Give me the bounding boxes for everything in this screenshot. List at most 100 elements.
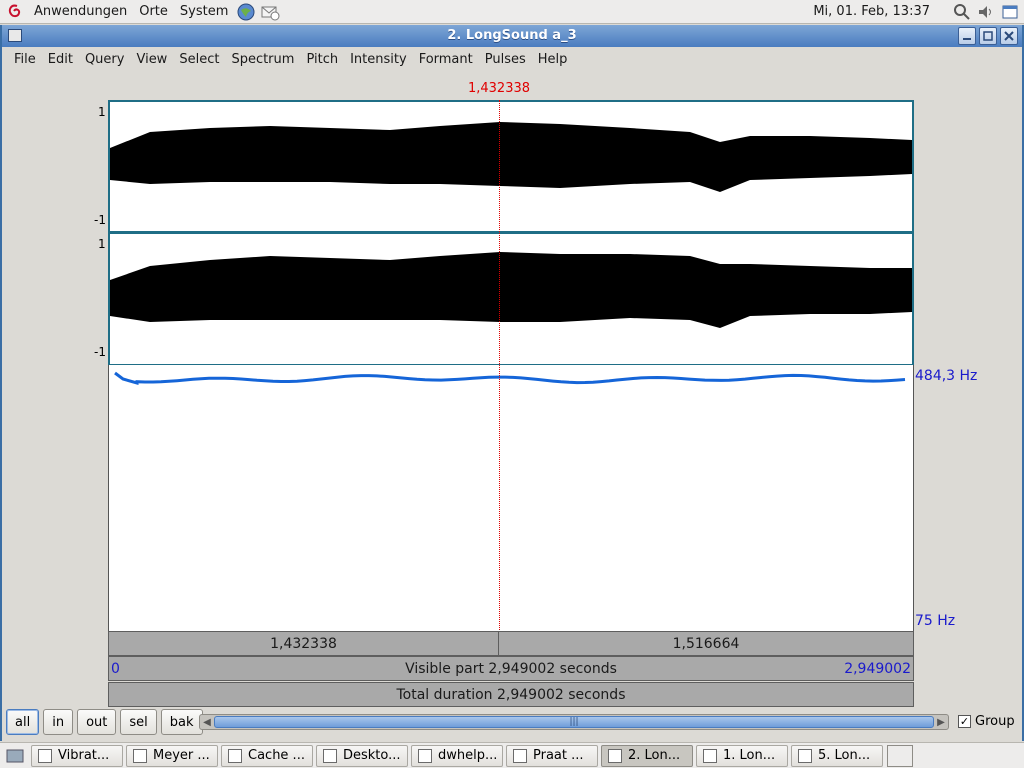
visible-part-label: Visible part 2,949002 seconds [405, 660, 617, 677]
system-tray [952, 2, 1020, 22]
pitch-line [114, 371, 906, 385]
zoom-all-button[interactable]: all [6, 709, 40, 735]
menu-spectrum[interactable]: Spectrum [225, 48, 300, 72]
visible-start-label: 0 [111, 660, 120, 677]
task-label: Praat ... [533, 748, 584, 763]
right-segment-button[interactable]: 1,516664 [499, 632, 913, 655]
volume-icon[interactable] [976, 2, 996, 22]
scrollbar-thumb[interactable]: ||| [214, 716, 934, 728]
task-label: dwhelp... [438, 748, 498, 763]
workspace-switcher[interactable] [887, 744, 913, 767]
pitch-contour [114, 371, 906, 385]
scroll-right-icon[interactable]: ▶ [934, 715, 948, 729]
zoom-selection-button[interactable]: sel [120, 709, 157, 735]
maximize-button[interactable] [979, 27, 997, 45]
app-icon [513, 748, 527, 763]
cursor-line [499, 100, 500, 632]
scroll-left-icon[interactable]: ◀ [200, 715, 214, 729]
total-duration-bar[interactable]: Total duration 2,949002 seconds [108, 682, 914, 707]
email-launcher-icon[interactable] [259, 1, 281, 23]
cursor-time-label: 1,432338 [467, 81, 531, 96]
checkmark-icon[interactable]: ✓ [958, 715, 971, 728]
menu-file[interactable]: File [8, 48, 42, 72]
pitch-max-label: 484,3 Hz [915, 368, 978, 384]
app-icon [323, 748, 337, 763]
web-browser-launcher-icon[interactable] [235, 1, 257, 23]
show-desktop-icon[interactable] [2, 745, 28, 767]
task-button[interactable]: Praat ... [506, 744, 598, 767]
task-button[interactable]: dwhelp... [411, 744, 503, 767]
window-title: 2. LongSound a_3 [447, 28, 577, 43]
panel-menu-label: Anwendungen [34, 4, 128, 19]
task-label: Deskto... [343, 748, 401, 763]
menu-pulses[interactable]: Pulses [479, 48, 532, 72]
horizontal-scrollbar[interactable]: ◀ ||| ▶ [199, 714, 949, 730]
window-list-icon[interactable] [1000, 2, 1020, 22]
task-button[interactable]: 1. Lon... [696, 744, 788, 767]
taskbar: Vibrat... Meyer ... Cache ... Deskto... … [0, 742, 1024, 768]
task-button[interactable]: Cache ... [221, 744, 313, 767]
menu-select[interactable]: Select [173, 48, 225, 72]
task-label: Meyer ... [153, 748, 210, 763]
app-icon [133, 748, 147, 763]
app-icon [418, 748, 432, 763]
visible-end-label: 2,949002 [844, 660, 911, 677]
minimize-button[interactable] [958, 27, 976, 45]
visible-part-bar[interactable]: 0 Visible part 2,949002 seconds 2,949002 [108, 656, 914, 681]
channel2-max-label: 1 [98, 237, 106, 251]
app-icon [38, 748, 52, 763]
task-label: Cache ... [248, 748, 305, 763]
left-segment-button[interactable]: 1,432338 [109, 632, 499, 655]
menu-edit[interactable]: Edit [42, 48, 79, 72]
close-button[interactable] [1000, 27, 1018, 45]
task-button[interactable]: Deskto... [316, 744, 408, 767]
task-button[interactable]: 5. Lon... [791, 744, 883, 767]
group-label: Group [975, 714, 1015, 729]
zoom-controls: all in out sel bak ◀ ||| ▶ ✓ Group [2, 706, 1022, 738]
app-icon [703, 748, 717, 763]
window-titlebar[interactable]: 2. LongSound a_3 [2, 25, 1022, 47]
menu-formant[interactable]: Formant [413, 48, 479, 72]
total-duration-label: Total duration 2,949002 seconds [396, 686, 626, 703]
waveform-channel-1[interactable] [108, 100, 914, 233]
app-icon [228, 748, 242, 763]
panel-menu-applications[interactable]: Anwendungen [28, 0, 133, 24]
app-icon [798, 748, 812, 763]
top-panel: Anwendungen Orte System Mi, 01. Feb, 13:… [0, 0, 1024, 24]
zoom-in-button[interactable]: in [43, 709, 74, 735]
menubar: File Edit Query View Select Spectrum Pit… [2, 48, 1022, 72]
panel-menu-places[interactable]: Orte [133, 0, 174, 24]
group-checkbox[interactable]: ✓ Group [958, 714, 1015, 729]
pitch-min-label: 75 Hz [915, 613, 956, 629]
task-label: Vibrat... [58, 748, 110, 763]
task-label: 1. Lon... [723, 748, 776, 763]
app-icon [608, 748, 622, 763]
task-button[interactable]: Meyer ... [126, 744, 218, 767]
zoom-back-button[interactable]: bak [160, 709, 203, 735]
channel1-max-label: 1 [98, 105, 106, 119]
network-icon[interactable] [952, 2, 972, 22]
panel-clock[interactable]: Mi, 01. Feb, 13:37 [813, 0, 930, 24]
panel-menu-system[interactable]: System [174, 0, 234, 24]
waveform-channel-2-trace [110, 252, 912, 328]
waveform-channel-2[interactable] [108, 232, 914, 366]
sound-editor-canvas[interactable]: 1,432338 1 -1 1 -1 484,3 Hz 75 Hz 1,4323… [2, 74, 1022, 707]
menu-view[interactable]: View [130, 48, 173, 72]
menu-intensity[interactable]: Intensity [344, 48, 413, 72]
zoom-out-button[interactable]: out [77, 709, 117, 735]
task-label: 2. Lon... [628, 748, 681, 763]
task-label: 5. Lon... [818, 748, 871, 763]
channel1-min-label: -1 [94, 213, 106, 227]
task-button-active[interactable]: 2. Lon... [601, 744, 693, 767]
panel-menu-label: System [179, 4, 229, 19]
debian-logo-icon[interactable] [6, 3, 24, 21]
praat-longsound-window: 2. LongSound a_3 File Edit Query View Se… [0, 25, 1024, 741]
menu-help[interactable]: Help [532, 48, 574, 72]
waveform-channel-1-trace [110, 122, 912, 192]
task-button[interactable]: Vibrat... [31, 744, 123, 767]
channel2-min-label: -1 [94, 345, 106, 359]
menu-pitch[interactable]: Pitch [300, 48, 344, 72]
menu-query[interactable]: Query [79, 48, 131, 72]
selection-bar: 1,432338 1,516664 [108, 631, 914, 656]
pitch-panel[interactable] [108, 365, 914, 631]
